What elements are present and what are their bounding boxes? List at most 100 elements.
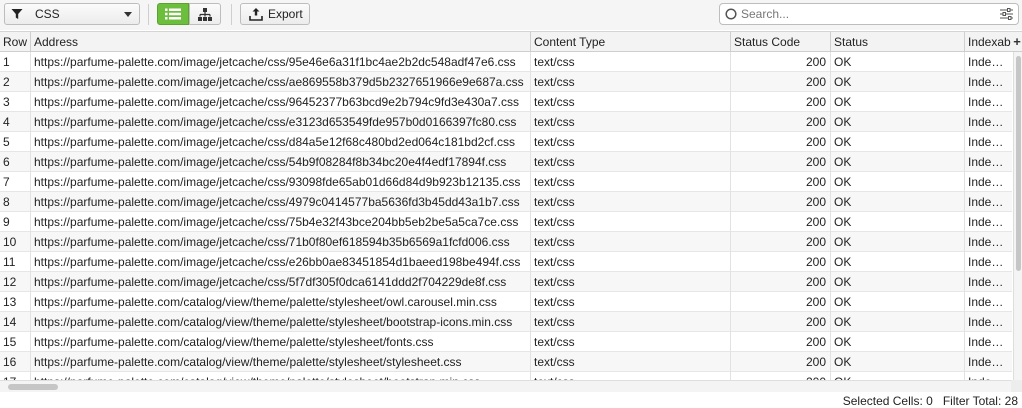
cell-row-number[interactable]: 15 — [0, 332, 31, 352]
cell-indexability[interactable]: Indexable — [965, 352, 1012, 372]
cell-address[interactable]: https://parfume-palette.com/catalog/view… — [31, 352, 531, 372]
cell-content-type[interactable]: text/css — [531, 92, 731, 112]
cell-row-number[interactable]: 13 — [0, 292, 31, 312]
cell-status-code[interactable]: 200 — [731, 372, 831, 380]
column-header-status[interactable]: Status — [831, 32, 965, 52]
cell-status-code[interactable]: 200 — [731, 332, 831, 352]
cell-row-number[interactable]: 14 — [0, 312, 31, 332]
cell-status[interactable]: OK — [831, 192, 965, 212]
cell-content-type[interactable]: text/css — [531, 212, 731, 232]
cell-row-number[interactable]: 4 — [0, 112, 31, 132]
cell-indexability[interactable]: Indexable — [965, 152, 1012, 172]
cell-row-number[interactable]: 17 — [0, 372, 31, 380]
cell-status[interactable]: OK — [831, 372, 965, 380]
cell-address[interactable]: https://parfume-palette.com/image/jetcac… — [31, 52, 531, 72]
cell-indexability[interactable]: Indexable — [965, 52, 1012, 72]
cell-address[interactable]: https://parfume-palette.com/catalog/view… — [31, 332, 531, 352]
cell-address[interactable]: https://parfume-palette.com/catalog/view… — [31, 372, 531, 380]
table-row[interactable]: 11 https://parfume-palette.com/image/jetc… — [0, 252, 1012, 272]
table-row[interactable]: 4 https://parfume-palette.com/image/jetca… — [0, 112, 1012, 132]
cell-status-code[interactable]: 200 — [731, 352, 831, 372]
table-row[interactable]: 12 https://parfume-palette.com/image/jetc… — [0, 272, 1012, 292]
cell-status[interactable]: OK — [831, 312, 965, 332]
cell-address[interactable]: https://parfume-palette.com/image/jetcac… — [31, 112, 531, 132]
cell-status-code[interactable]: 200 — [731, 272, 831, 292]
cell-row-number[interactable]: 5 — [0, 132, 31, 152]
cell-status-code[interactable]: 200 — [731, 72, 831, 92]
table-row[interactable]: 2 https://parfume-palette.com/image/jetca… — [0, 72, 1012, 92]
cell-status[interactable]: OK — [831, 292, 965, 312]
cell-status[interactable]: OK — [831, 72, 965, 92]
cell-status[interactable]: OK — [831, 212, 965, 232]
tree-view-button[interactable] — [189, 3, 221, 25]
cell-address[interactable]: https://parfume-palette.com/image/jetcac… — [31, 192, 531, 212]
table-row[interactable]: 13 https://parfume-palette.com/catalog/vi… — [0, 292, 1012, 312]
cell-indexability[interactable]: Indexable — [965, 92, 1012, 112]
cell-row-number[interactable]: 1 — [0, 52, 31, 72]
cell-address[interactable]: https://parfume-palette.com/image/jetcac… — [31, 172, 531, 192]
cell-status[interactable]: OK — [831, 152, 965, 172]
table-row[interactable]: 5 https://parfume-palette.com/image/jetca… — [0, 132, 1012, 152]
cell-indexability[interactable]: Indexable — [965, 132, 1012, 152]
table-row[interactable]: 14 https://parfume-palette.com/catalog/vi… — [0, 312, 1012, 332]
cell-indexability[interactable]: Indexable — [965, 332, 1012, 352]
vertical-scrollbar-thumb[interactable] — [1016, 56, 1021, 271]
cell-status-code[interactable]: 200 — [731, 112, 831, 132]
cell-indexability[interactable]: Indexable — [965, 272, 1012, 292]
cell-content-type[interactable]: text/css — [531, 72, 731, 92]
table-row[interactable]: 15 https://parfume-palette.com/catalog/vi… — [0, 332, 1012, 352]
table-row[interactable]: 17https://parfume-palette.com/catalog/vi… — [0, 372, 1012, 380]
cell-row-number[interactable]: 12 — [0, 272, 31, 292]
cell-content-type[interactable]: text/css — [531, 312, 731, 332]
cell-indexability[interactable]: Indexable — [965, 112, 1012, 132]
cell-status-code[interactable]: 200 — [731, 292, 831, 312]
cell-address[interactable]: https://parfume-palette.com/image/jetcac… — [31, 72, 531, 92]
cell-content-type[interactable]: text/css — [531, 172, 731, 192]
export-button[interactable]: Export — [240, 3, 310, 25]
cell-content-type[interactable]: text/css — [531, 332, 731, 352]
cell-address[interactable]: https://parfume-palette.com/image/jetcac… — [31, 252, 531, 272]
cell-indexability[interactable]: Indexable — [965, 252, 1012, 272]
cell-status[interactable]: OK — [831, 232, 965, 252]
cell-status-code[interactable]: 200 — [731, 52, 831, 72]
add-column-button[interactable]: + — [1012, 32, 1022, 52]
cell-status[interactable]: OK — [831, 112, 965, 132]
cell-status-code[interactable]: 200 — [731, 212, 831, 232]
cell-indexability[interactable]: Indexable — [965, 212, 1012, 232]
cell-address[interactable]: https://parfume-palette.com/image/jetcac… — [31, 272, 531, 292]
list-view-button[interactable] — [157, 3, 189, 25]
cell-content-type[interactable]: text/css — [531, 52, 731, 72]
cell-content-type[interactable]: text/css — [531, 352, 731, 372]
cell-indexability[interactable]: Indexable — [965, 192, 1012, 212]
cell-status-code[interactable]: 200 — [731, 92, 831, 112]
cell-address[interactable]: https://parfume-palette.com/image/jetcac… — [31, 212, 531, 232]
cell-indexability[interactable]: Indexable — [965, 312, 1012, 332]
cell-status[interactable]: OK — [831, 132, 965, 152]
cell-address[interactable]: https://parfume-palette.com/image/jetcac… — [31, 132, 531, 152]
column-header-address[interactable]: Address — [31, 32, 531, 52]
cell-row-number[interactable]: 6 — [0, 152, 31, 172]
cell-indexability[interactable]: Indexable — [965, 72, 1012, 92]
cell-status-code[interactable]: 200 — [731, 172, 831, 192]
cell-content-type[interactable]: text/css — [531, 372, 731, 380]
horizontal-scrollbar-thumb[interactable] — [8, 384, 58, 390]
cell-address[interactable]: https://parfume-palette.com/image/jetcac… — [31, 232, 531, 252]
cell-indexability[interactable]: Indexable — [965, 232, 1012, 252]
cell-status-code[interactable]: 200 — [731, 132, 831, 152]
cell-status-code[interactable]: 200 — [731, 232, 831, 252]
cell-address[interactable]: https://parfume-palette.com/catalog/view… — [31, 312, 531, 332]
cell-address[interactable]: https://parfume-palette.com/image/jetcac… — [31, 92, 531, 112]
cell-status[interactable]: OK — [831, 52, 965, 72]
table-row[interactable]: 9 https://parfume-palette.com/image/jetca… — [0, 212, 1012, 232]
filter-dropdown[interactable]: CSS — [4, 3, 140, 25]
cell-status-code[interactable]: 200 — [731, 312, 831, 332]
cell-address[interactable]: https://parfume-palette.com/image/jetcac… — [31, 152, 531, 172]
horizontal-scrollbar[interactable] — [0, 380, 1022, 392]
cell-status[interactable]: OK — [831, 172, 965, 192]
cell-indexability[interactable]: Indexable — [965, 372, 1012, 380]
cell-indexability[interactable]: Indexable — [965, 172, 1012, 192]
cell-content-type[interactable]: text/css — [531, 232, 731, 252]
column-header-indexability[interactable]: Indexab — [965, 32, 1012, 52]
cell-status[interactable]: OK — [831, 92, 965, 112]
table-row[interactable]: 3 https://parfume-palette.com/image/jetca… — [0, 92, 1012, 112]
